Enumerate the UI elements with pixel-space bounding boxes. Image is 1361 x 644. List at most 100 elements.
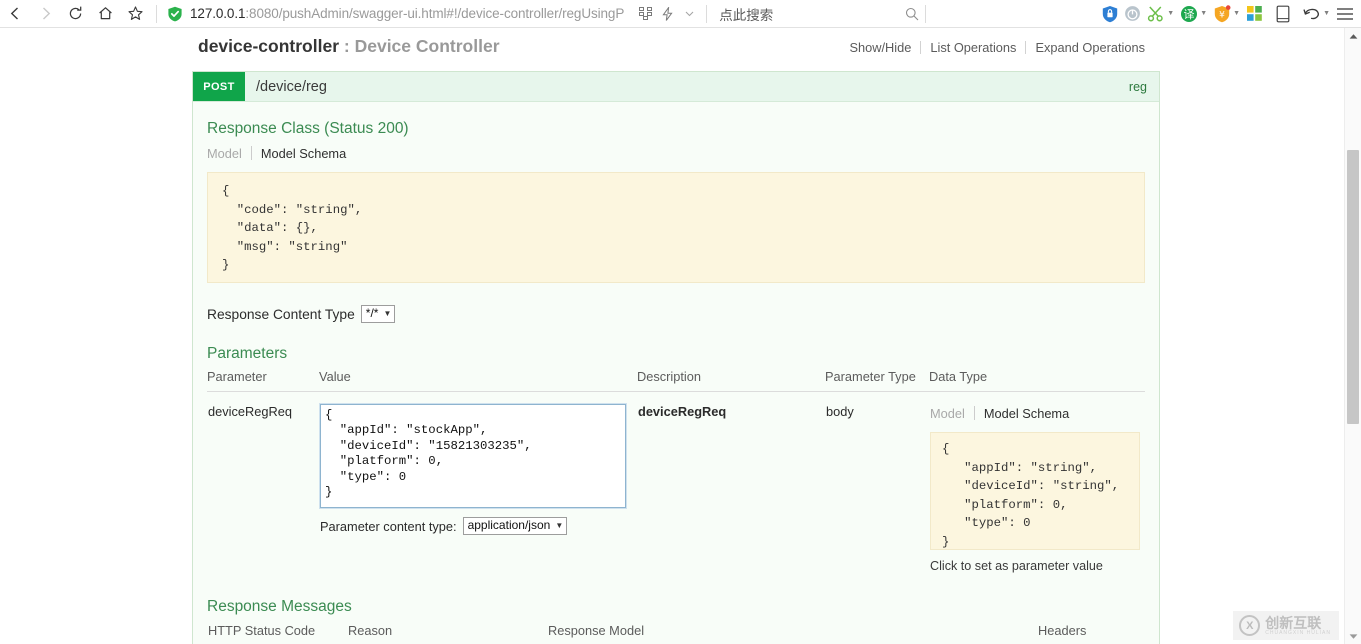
set-parameter-hint: Click to set as parameter value: [930, 559, 1103, 573]
th-reason: Reason: [348, 623, 393, 638]
undo-icon[interactable]: [1300, 2, 1323, 26]
parameter-model-schema-code[interactable]: { "appId": "string", "deviceId": "string…: [930, 432, 1140, 550]
scrollbar-thumb[interactable]: [1347, 150, 1359, 424]
th-http-status-code: HTTP Status Code: [208, 623, 316, 638]
browser-toolbar: 127.0.0.1:8080/pushAdmin/swagger-ui.html…: [0, 0, 1361, 28]
scroll-up-arrow[interactable]: [1345, 28, 1361, 44]
tab-model[interactable]: Model: [207, 146, 251, 161]
table-row: deviceRegReq Parameter content type: app…: [207, 392, 1145, 575]
back-button[interactable]: [0, 1, 30, 27]
parameters-title: Parameters: [207, 345, 288, 362]
watermark-logo-icon: X: [1239, 615, 1261, 636]
parameter-content-type-select[interactable]: application/json ▼: [462, 517, 568, 535]
forward-arrow-icon: [42, 7, 50, 20]
response-model-tabs: Model Model Schema: [207, 144, 1145, 162]
undo-dropdown-caret[interactable]: ▼: [1323, 10, 1330, 17]
forward-button[interactable]: [30, 1, 60, 27]
response-content-type-select[interactable]: */* ▼: [360, 305, 396, 323]
back-arrow-icon: [10, 7, 18, 20]
parameter-content-type-value: application/json: [467, 518, 551, 532]
response-schema-code: { "code": "string", "data": {}, "msg": "…: [207, 172, 1145, 283]
th-parameter-type: Parameter Type: [825, 369, 929, 392]
resource-actions: Show/Hide List Operations Expand Operati…: [840, 40, 1154, 55]
table-header-row: Parameter Value Description Parameter Ty…: [207, 369, 1145, 392]
globe-icon[interactable]: [1121, 2, 1144, 26]
tab-model-schema[interactable]: Model Schema: [252, 146, 355, 161]
search-box[interactable]: 点此搜索: [719, 1, 919, 27]
response-messages-table: HTTP Status Code Reason Response Model H…: [207, 622, 1145, 644]
operation-nickname[interactable]: reg: [1129, 72, 1159, 101]
tab-model-param[interactable]: Model: [930, 406, 974, 421]
resource-description: Device Controller: [354, 36, 500, 56]
shield-security-icon[interactable]: [1098, 2, 1121, 26]
scissors-capture-icon[interactable]: [1144, 2, 1167, 26]
search-icon[interactable]: [905, 7, 919, 21]
watermark-subtext: CHUANGXIN HULIAN: [1265, 629, 1331, 636]
menu-icon[interactable]: [1333, 2, 1356, 26]
wallet-dropdown-caret[interactable]: ▼: [1233, 10, 1240, 17]
svg-text:译: 译: [1183, 8, 1194, 21]
reload-icon: [69, 6, 81, 20]
bookmark-button[interactable]: [120, 1, 150, 27]
chevron-down-icon: ▼: [555, 521, 564, 530]
watermark-text: 创新互联: [1265, 614, 1322, 631]
parameter-content-type-label: Parameter content type:: [320, 518, 457, 534]
page-scrollbar[interactable]: [1344, 28, 1361, 644]
th-data-type: Data Type: [929, 369, 1145, 392]
table-header-row: HTTP Status Code Reason Response Model H…: [207, 622, 1145, 644]
response-class-title: Response Class (Status 200): [207, 120, 409, 137]
shield-check-icon: [168, 6, 182, 21]
expand-operations-link[interactable]: Expand Operations: [1026, 40, 1154, 55]
watermark: X 创新互联 CHUANGXIN HULIAN: [1233, 611, 1339, 640]
response-content-type-value: */*: [365, 306, 379, 320]
toolbar-divider-3: [925, 4, 927, 23]
wallet-shield-icon[interactable]: ¥: [1210, 2, 1233, 26]
tab-model-schema-param[interactable]: Model Schema: [975, 406, 1078, 421]
chevron-down-icon: [1349, 633, 1357, 639]
operation-path[interactable]: /device/reg: [245, 72, 327, 101]
parameter-description: deviceRegReq: [638, 404, 727, 419]
resource-name: device-controller: [198, 36, 340, 56]
toolbar-divider-2: [706, 4, 708, 23]
reload-button[interactable]: [60, 1, 90, 27]
chevron-up-icon: [1349, 33, 1357, 39]
apps-grid-icon[interactable]: [634, 2, 656, 26]
operation-panel: POST /device/reg reg Response Class (Sta…: [192, 71, 1160, 644]
lightning-icon[interactable]: [656, 2, 678, 26]
operation-body: Response Class (Status 200) Model Model …: [193, 102, 1159, 644]
list-operations-link[interactable]: List Operations: [921, 40, 1025, 55]
scroll-down-arrow[interactable]: [1345, 628, 1361, 644]
apps-grid-color-icon[interactable]: [1243, 2, 1266, 26]
parameter-content-type-row: Parameter content type: application/json…: [320, 517, 636, 535]
scissors-dropdown-caret[interactable]: ▼: [1167, 10, 1174, 17]
resource-separator: :: [339, 36, 355, 56]
search-input[interactable]: 点此搜索: [719, 4, 905, 24]
response-content-type-label: Response Content Type: [207, 306, 355, 322]
translate-dropdown-caret[interactable]: ▼: [1200, 10, 1207, 17]
toolbar-divider: [156, 4, 157, 23]
http-method-badge: POST: [193, 72, 245, 101]
url-text: 127.0.0.1:8080/pushAdmin/swagger-ui.html…: [190, 6, 624, 21]
th-parameter: Parameter: [207, 369, 319, 392]
swagger-ui-content: device-controller : Device Controller Sh…: [192, 28, 1160, 644]
home-button[interactable]: [90, 1, 120, 27]
parameter-data-type-cell: Model Model Schema { "appId": "string", …: [929, 392, 1145, 575]
show-hide-link[interactable]: Show/Hide: [840, 40, 920, 55]
svg-text:¥: ¥: [1219, 10, 1225, 20]
chevron-down-icon[interactable]: [678, 2, 700, 26]
parameter-value-input[interactable]: [319, 403, 627, 509]
page-viewport: device-controller : Device Controller Sh…: [0, 28, 1361, 644]
url-path: :8080/pushAdmin/swagger-ui.html#!/device…: [245, 6, 625, 21]
mobile-view-icon[interactable]: [1271, 2, 1294, 26]
operation-header[interactable]: POST /device/reg reg: [193, 72, 1159, 102]
chevron-down-icon: ▼: [383, 309, 392, 318]
th-response-model: Response Model: [548, 623, 645, 638]
response-content-type-row: Response Content Type */* ▼: [207, 305, 1145, 323]
data-type-tabs: Model Model Schema: [930, 404, 1144, 422]
th-description: Description: [637, 369, 825, 392]
star-icon: [127, 6, 143, 20]
address-bar[interactable]: 127.0.0.1:8080/pushAdmin/swagger-ui.html…: [167, 1, 624, 27]
th-headers: Headers: [1038, 623, 1087, 638]
url-host: 127.0.0.1: [190, 6, 246, 21]
translate-icon[interactable]: 译: [1177, 2, 1200, 26]
